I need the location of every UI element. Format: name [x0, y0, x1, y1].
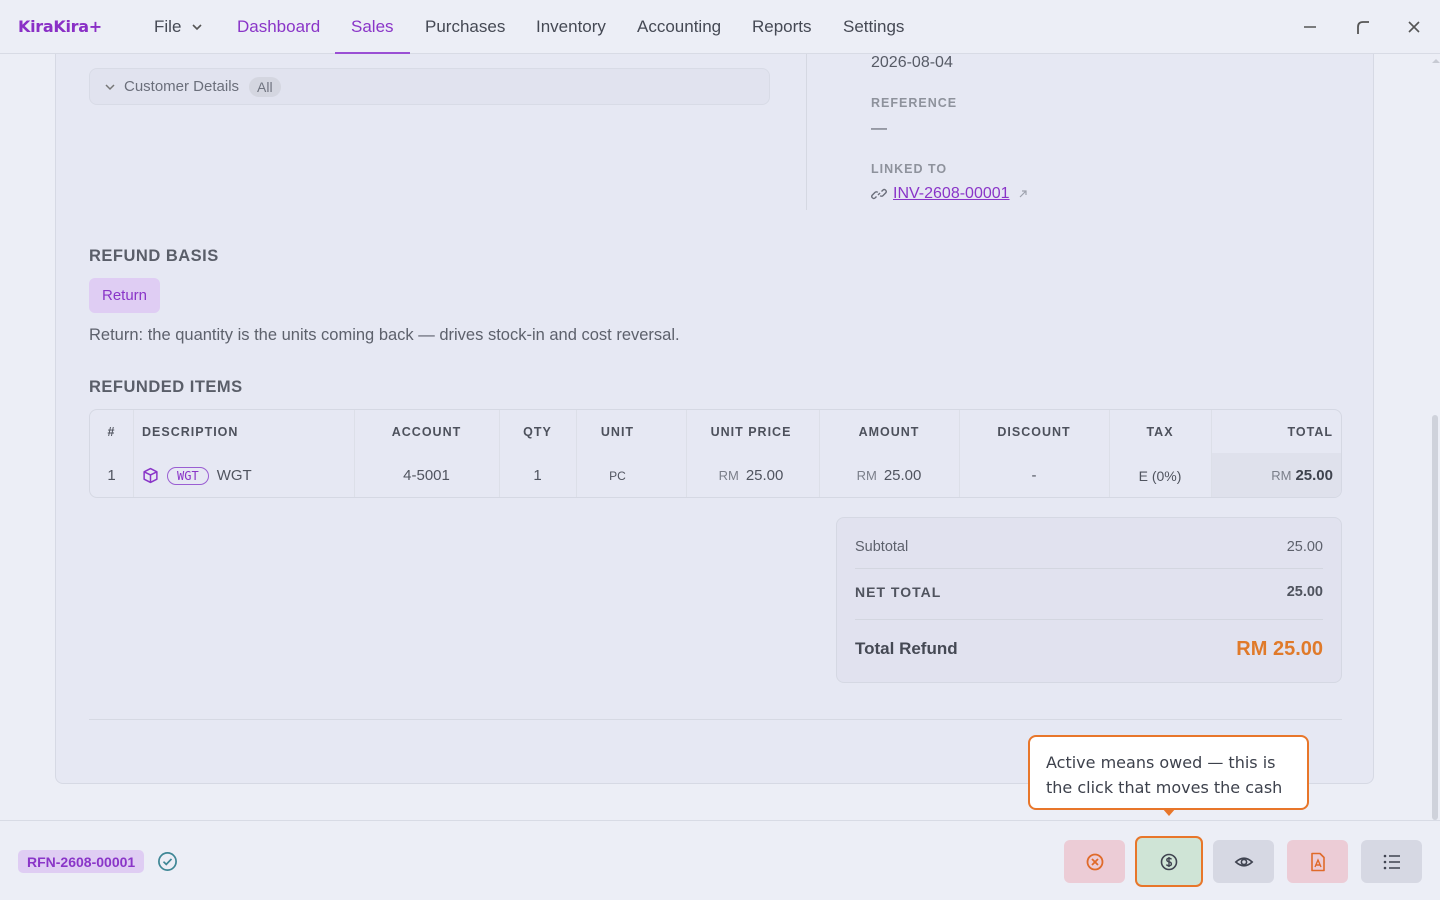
header-discount: DISCOUNT	[997, 424, 1071, 439]
linked-to-label: LINKED TO	[871, 162, 948, 176]
return-basis-button[interactable]: Return	[89, 278, 160, 313]
refunded-items-table: # DESCRIPTION ACCOUNT QTY UNIT UNIT PRIC…	[89, 409, 1342, 498]
total-refund-label: Total Refund	[855, 639, 958, 658]
customer-filter-badge: All	[249, 76, 281, 97]
linked-to: INV-2608-00001	[871, 185, 1028, 203]
currency-label: RM	[1271, 468, 1292, 483]
currency-label: RM	[856, 468, 877, 483]
total-value: 25.00	[1295, 467, 1333, 484]
refund-basis-title: REFUND BASIS	[89, 247, 219, 265]
table-header: # DESCRIPTION ACCOUNT QTY UNIT UNIT PRIC…	[90, 410, 1341, 453]
net-total-row: NET TOTAL 25.00	[855, 582, 1323, 602]
cell-tax: E (0%)	[1138, 467, 1182, 484]
preview-button[interactable]	[1213, 840, 1274, 883]
document-number-badge: RFN-2608-00001	[18, 850, 145, 873]
close-icon	[1408, 21, 1420, 33]
net-total-value: 25.00	[1286, 584, 1323, 600]
top-bar: KiraKira+ File Dashboard Sales Purchases…	[0, 0, 1440, 54]
table-row[interactable]: 1 WGT WGT 4-5001 1 PC RM 25.00 RM 25.00 …	[90, 453, 1341, 497]
refund-basis-description: Return: the quantity is the units coming…	[89, 326, 680, 344]
section-divider	[89, 719, 1342, 720]
file-menu[interactable]: File	[154, 0, 203, 54]
cell-unit: PC	[609, 468, 626, 483]
unit-price-value: 25.00	[745, 467, 784, 484]
header-unit: UNIT	[600, 424, 635, 439]
item-name: WGT	[216, 467, 252, 484]
customer-details-toggle[interactable]: Customer Details All	[89, 68, 770, 105]
subtotal-row: Subtotal 25.00	[855, 537, 1323, 557]
menu-purchases[interactable]: Purchases	[425, 0, 505, 54]
tooltip-arrow	[1162, 808, 1176, 816]
column-divider	[806, 54, 807, 210]
net-total-label: NET TOTAL	[855, 584, 942, 600]
amount-value: 25.00	[883, 467, 922, 484]
file-menu-label: File	[154, 17, 182, 36]
cell-discount: -	[1031, 467, 1037, 484]
minimize-button[interactable]	[1297, 14, 1323, 40]
header-qty: QTY	[523, 424, 552, 439]
action-footer: RFN-2608-00001	[0, 820, 1440, 900]
refund-card: Customer Details All 2026-08-04 REFERENC…	[55, 54, 1374, 784]
refunded-items-title: REFUNDED ITEMS	[89, 378, 243, 396]
app-logo: KiraKira+	[18, 17, 102, 36]
menu-sales[interactable]: Sales	[335, 0, 410, 54]
scroll-up-icon[interactable]	[1431, 57, 1440, 65]
subtotal-value: 25.00	[1286, 539, 1323, 555]
record-payment-button[interactable]	[1135, 836, 1203, 887]
scrollbar-thumb[interactable]	[1432, 415, 1438, 820]
document-date: 2026-08-04	[871, 54, 953, 71]
linked-invoice-link[interactable]: INV-2608-00001	[893, 185, 1010, 203]
cell-qty: 1	[533, 467, 542, 484]
total-refund-row: Total Refund RM 25.00	[855, 636, 1323, 662]
cell-unit-price: RM 25.00	[659, 453, 819, 497]
menu-dashboard[interactable]: Dashboard	[237, 0, 320, 54]
header-unit-price: UNIT PRICE	[710, 424, 792, 439]
list-view-button[interactable]	[1361, 840, 1422, 883]
menu-inventory[interactable]: Inventory	[536, 0, 606, 54]
reference-value: —	[871, 120, 887, 137]
cell-total: RM 25.00	[1211, 453, 1333, 497]
minimize-icon	[1304, 26, 1316, 28]
export-pdf-button[interactable]	[1287, 840, 1348, 883]
restore-icon	[1357, 21, 1369, 34]
cell-num: 1	[107, 467, 116, 484]
record-payment-tooltip: Active means owed — this is the click th…	[1028, 735, 1309, 810]
customer-details-label: Customer Details	[124, 78, 240, 95]
summary-divider	[855, 568, 1323, 569]
cell-amount: RM 25.00	[819, 453, 959, 497]
menu-sales-label: Sales	[351, 17, 394, 36]
totals-summary: Subtotal 25.00 NET TOTAL 25.00 Total Ref…	[836, 517, 1342, 683]
item-code-tag: WGT	[167, 466, 209, 485]
cell-description: WGT WGT	[142, 453, 252, 497]
cell-account: 4-5001	[403, 467, 450, 484]
header-num: #	[107, 424, 116, 439]
currency-label: RM	[718, 468, 739, 483]
external-link-icon[interactable]	[1018, 189, 1028, 199]
void-button[interactable]	[1064, 840, 1125, 883]
dollar-circle-icon	[1160, 853, 1178, 870]
menu-reports[interactable]: Reports	[752, 0, 812, 54]
menu-settings[interactable]: Settings	[843, 0, 904, 54]
header-total: TOTAL	[1287, 424, 1333, 439]
subtotal-label: Subtotal	[855, 539, 909, 555]
chevron-down-icon	[105, 83, 115, 90]
maximize-button[interactable]	[1350, 14, 1376, 40]
check-circle-icon	[158, 852, 177, 871]
header-account: ACCOUNT	[391, 424, 462, 439]
list-icon	[1383, 854, 1400, 869]
summary-divider	[855, 619, 1323, 620]
header-tax: TAX	[1146, 424, 1174, 439]
pdf-file-icon	[1310, 852, 1325, 871]
cube-icon	[143, 467, 158, 484]
eye-icon	[1234, 856, 1253, 867]
header-description: DESCRIPTION	[142, 424, 239, 439]
chevron-down-icon	[192, 24, 202, 31]
menu-accounting[interactable]: Accounting	[637, 0, 721, 54]
total-refund-value: RM 25.00	[1236, 637, 1323, 660]
close-button[interactable]	[1401, 14, 1427, 40]
reference-label: REFERENCE	[871, 96, 958, 110]
link-icon	[871, 188, 887, 200]
header-amount: AMOUNT	[858, 424, 920, 439]
cancel-circle-icon	[1086, 853, 1103, 870]
